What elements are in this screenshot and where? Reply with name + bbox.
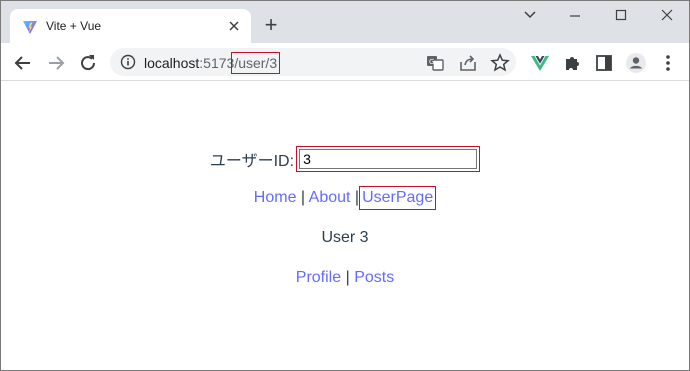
user-heading: User 3 <box>321 229 369 246</box>
url-text[interactable]: localhost:5173/user/3 <box>144 52 281 74</box>
tab-search-chevron-down-icon[interactable] <box>519 5 541 25</box>
subnav-separator: | <box>345 269 350 286</box>
page-content: ユーザーID: Home | About | UserPage User 3 Pr… <box>1 82 689 370</box>
vite-logo-icon <box>23 21 37 34</box>
tab-title: Vite + Vue <box>46 19 102 33</box>
browser-window: Vite + Vue + localhost:5173/user/3 G ユーザ… <box>0 0 690 371</box>
userid-highlight-box <box>296 146 481 172</box>
userid-input[interactable] <box>299 149 478 169</box>
puzzle-icon[interactable] <box>560 51 584 75</box>
reload-icon[interactable] <box>76 51 100 75</box>
url-port: :5173 <box>199 55 235 71</box>
browser-toolbar: localhost:5173/user/3 G <box>1 43 689 81</box>
nav-link-about[interactable]: About <box>309 189 351 206</box>
sub-nav: Profile | Posts <box>1 269 689 287</box>
main-nav: Home | About | UserPage <box>1 186 689 210</box>
subnav-link-profile[interactable]: Profile <box>296 269 341 286</box>
avatar-icon[interactable] <box>624 51 648 75</box>
forward-arrow-icon[interactable] <box>44 51 68 75</box>
info-icon[interactable] <box>120 54 136 70</box>
minimize-icon[interactable] <box>564 5 586 25</box>
userid-row: ユーザーID: <box>1 146 689 172</box>
new-tab-button[interactable]: + <box>259 13 283 37</box>
userpage-highlight-box: UserPage <box>359 186 437 210</box>
vue-logo-icon[interactable] <box>528 51 552 75</box>
userid-label: ユーザーID: <box>209 153 295 170</box>
side-panel-icon[interactable] <box>592 51 616 75</box>
subnav-link-posts[interactable]: Posts <box>354 269 394 286</box>
tab-strip: Vite + Vue + <box>1 1 689 43</box>
nav-link-home[interactable]: Home <box>254 189 297 206</box>
nav-link-userpage[interactable]: UserPage <box>362 189 433 206</box>
share-icon[interactable] <box>456 51 480 75</box>
nav-separator: | <box>300 189 306 206</box>
translate-icon[interactable]: G <box>423 51 447 75</box>
star-icon[interactable] <box>488 51 512 75</box>
url-path-highlighted: /user/3 <box>231 52 281 74</box>
kebab-menu-icon[interactable] <box>656 51 680 75</box>
url-host: localhost <box>144 55 200 71</box>
svg-text:G: G <box>429 58 434 66</box>
tab-vite-vue[interactable]: Vite + Vue <box>10 9 251 43</box>
maximize-icon[interactable] <box>610 5 632 25</box>
close-icon[interactable] <box>226 18 242 34</box>
window-close-icon[interactable] <box>656 5 678 25</box>
back-arrow-icon[interactable] <box>11 51 35 75</box>
